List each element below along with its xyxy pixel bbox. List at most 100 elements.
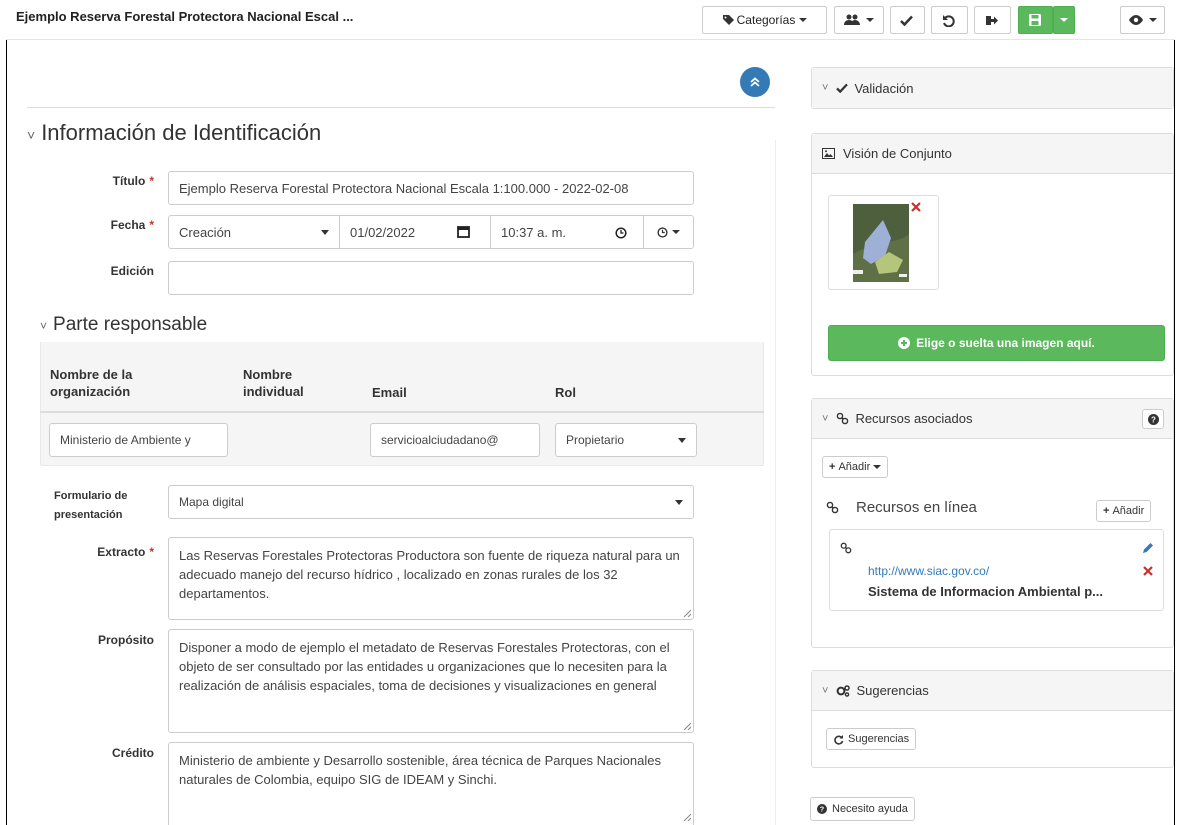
document-title: Ejemplo Reserva Forestal Protectora Naci…	[16, 9, 354, 24]
extracto-label: Extracto *	[97, 545, 154, 559]
add-online-resource-label: Añadir	[1112, 505, 1145, 517]
extracto-textarea[interactable]: Las Reservas Forestales Protectoras Prod…	[168, 537, 694, 620]
add-resource-button[interactable]: + Añadir	[822, 456, 889, 478]
add-online-resource-button[interactable]: + Añadir	[1096, 500, 1152, 522]
overview-panel: Visión de Conjunto Elige o suelta una im…	[811, 133, 1174, 376]
titulo-value: Ejemplo Reserva Forestal Protectora Naci…	[179, 180, 629, 196]
email-input[interactable]: servicioalciudadano@	[370, 423, 540, 457]
resources-title: Recursos asociados	[855, 411, 973, 426]
help-button[interactable]: ?	[1142, 409, 1164, 429]
col-rol: Rol	[555, 385, 576, 400]
proposito-label: Propósito	[98, 633, 154, 647]
chevron-down-icon	[1060, 18, 1068, 22]
save-options-button[interactable]	[1053, 6, 1075, 34]
chevron-down-icon	[672, 230, 680, 234]
chevron-down-icon: ˅	[40, 319, 48, 333]
delete-thumbnail-icon[interactable]	[911, 202, 921, 212]
validation-title: Validación	[854, 80, 914, 96]
chevron-down-icon	[1148, 18, 1157, 22]
plus-icon: +	[1103, 505, 1110, 517]
titulo-input[interactable]: Ejemplo Reserva Forestal Protectora Naci…	[168, 171, 694, 205]
suggestions-panel-header[interactable]: ˅ Sugerencias	[812, 671, 1173, 711]
svg-text:?: ?	[1151, 415, 1156, 424]
delete-resource-icon[interactable]	[1143, 566, 1153, 576]
overview-thumbnail[interactable]	[828, 195, 939, 290]
date-options-button[interactable]	[643, 215, 694, 249]
organization-input[interactable]: Ministerio de Ambiente y	[49, 423, 228, 457]
fecha-type-select[interactable]: Creación	[168, 215, 340, 249]
undo-button[interactable]	[931, 6, 968, 34]
col-individual: Nombre individual	[243, 367, 304, 399]
resize-grip-icon[interactable]	[683, 609, 691, 617]
users-icon	[844, 14, 862, 26]
proposito-textarea[interactable]: Disponer a modo de ejemplo el metadato d…	[168, 629, 694, 733]
clock-icon	[657, 226, 668, 238]
top-toolbar: Ejemplo Reserva Forestal Protectora Naci…	[6, 0, 1175, 40]
sign-out-icon	[985, 15, 1000, 26]
validation-panel-header[interactable]: ˅ Validación	[812, 68, 1173, 108]
party-section-title[interactable]: ˅ Parte responsable	[40, 314, 207, 336]
online-resource-item: http://www.siac.gov.co/ Sistema de Infor…	[829, 529, 1164, 611]
link-icon	[836, 412, 849, 425]
save-button[interactable]	[1018, 6, 1053, 34]
cogs-icon	[836, 684, 851, 697]
categories-button[interactable]: Categorías	[702, 6, 827, 34]
suggestions-panel: ˅ Sugerencias Sugerencias	[811, 670, 1174, 768]
view-mode-button[interactable]	[1120, 6, 1165, 34]
formulario-select[interactable]: Mapa digital	[168, 485, 694, 519]
overview-title: Visión de Conjunto	[843, 146, 952, 161]
section-title-label: Información de Identificación	[41, 120, 322, 145]
double-chevron-up-icon	[750, 77, 760, 87]
fecha-time-value: 10:37 a. m.	[501, 224, 567, 240]
credito-textarea[interactable]: Ministerio de ambiente y Desarrollo sost…	[168, 742, 694, 825]
suggestions-button[interactable]: Sugerencias	[826, 728, 917, 750]
resource-url-link[interactable]: http://www.siac.gov.co/	[868, 564, 989, 578]
resize-grip-icon[interactable]	[683, 722, 691, 730]
fecha-time-input[interactable]: 10:37 a. m.	[490, 215, 644, 249]
chevron-down-icon	[799, 18, 808, 22]
section-title[interactable]: ˅ Información de Identificación	[27, 120, 321, 146]
chevron-down-icon: ˅	[822, 684, 829, 697]
edicion-input[interactable]	[168, 261, 694, 295]
check-icon	[836, 83, 849, 93]
chevron-down-icon	[873, 465, 882, 469]
fecha-label: Fecha *	[110, 218, 154, 232]
extracto-value: Las Reservas Forestales Protectoras Prod…	[179, 548, 680, 601]
refresh-icon	[833, 734, 844, 745]
proposito-value: Disponer a modo de ejemplo el metadato d…	[179, 640, 670, 693]
credito-value: Ministerio de ambiente y Desarrollo sost…	[179, 753, 661, 787]
calendar-icon[interactable]	[457, 226, 470, 238]
exit-button[interactable]	[974, 6, 1011, 34]
validation-panel: ˅ Validación	[811, 67, 1174, 109]
need-help-button[interactable]: ? Necesito ayuda	[810, 797, 915, 821]
upload-image-label: Elige o suelta una imagen aquí.	[916, 336, 1095, 350]
formulario-value: Mapa digital	[179, 495, 244, 509]
link-icon	[826, 501, 839, 514]
fecha-date-input[interactable]: 01/02/2022	[339, 215, 491, 249]
rol-select[interactable]: Propietario	[555, 423, 697, 457]
pencil-icon[interactable]	[1142, 542, 1154, 554]
clock-icon[interactable]	[615, 227, 627, 239]
divider	[775, 140, 776, 825]
chevron-down-icon: ˅	[822, 412, 829, 425]
collapse-all-button[interactable]	[740, 67, 770, 97]
table-header-divider	[40, 411, 764, 413]
add-resource-label: Añadir	[838, 461, 871, 473]
email-value: servicioalciudadano@	[381, 433, 499, 447]
overview-panel-header: Visión de Conjunto	[812, 134, 1173, 174]
tag-icon	[722, 14, 737, 26]
upload-image-button[interactable]: Elige o suelta una imagen aquí.	[828, 325, 1165, 361]
formulario-label: Formulario de presentación	[54, 490, 128, 521]
resources-panel-header[interactable]: ˅ Recursos asociados ?	[812, 399, 1173, 439]
groups-button[interactable]	[834, 6, 884, 34]
fecha-date-value: 01/02/2022	[350, 224, 416, 240]
check-icon	[900, 15, 915, 26]
resize-grip-icon[interactable]	[683, 813, 691, 821]
party-title-label: Parte responsable	[53, 314, 208, 335]
validate-button[interactable]	[890, 6, 925, 34]
chevron-down-icon: ˅	[822, 82, 829, 94]
suggestions-title: Sugerencias	[856, 683, 929, 698]
floppy-disk-icon	[1028, 14, 1043, 26]
chevron-down-icon	[675, 500, 683, 505]
divider	[27, 107, 775, 108]
